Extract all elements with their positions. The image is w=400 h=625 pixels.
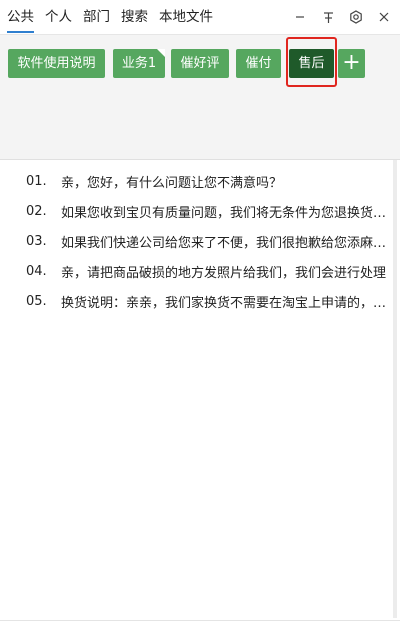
item-number: 03. — [26, 233, 47, 249]
item-text: 亲，您好，有什么问题让您不满意吗？ — [61, 175, 283, 191]
tab-search[interactable]: 搜索 — [117, 0, 152, 34]
group-button-software-guide[interactable]: 软件使用说明 — [8, 49, 105, 78]
tab-public[interactable]: 公共 — [3, 0, 38, 34]
phrase-list: 01. 亲，您好，有什么问题让您不满意吗？ 02. 如果您收到宝贝有质量问题，我… — [0, 166, 400, 316]
category-tabs: 公共 个人 部门 搜索 本地文件 — [0, 0, 217, 34]
item-number: 04. — [26, 263, 47, 279]
pin-button[interactable] — [316, 5, 340, 29]
tab-department[interactable]: 部门 — [79, 0, 114, 34]
add-group-button[interactable]: + — [338, 49, 365, 78]
minimize-icon — [296, 16, 304, 18]
scrollbar[interactable] — [393, 160, 397, 618]
list-item[interactable]: 03. 如果我们快递公司给您来了不便，我们很抱歉给您添麻烦了 — [0, 226, 400, 256]
title-bar: 公共 个人 部门 搜索 本地文件 — [0, 0, 400, 34]
item-text: 换货说明：亲亲，我们家换货不需要在淘宝上申请的，直接寄回即可 — [61, 295, 400, 311]
phrase-group-toolbar: 软件使用说明 业务1 催好评 催付 售后 + — [0, 34, 400, 160]
corner-fold-icon — [157, 49, 165, 57]
settings-icon — [350, 10, 362, 24]
item-number: 02. — [26, 203, 47, 219]
settings-button[interactable] — [344, 5, 368, 29]
minimize-button[interactable] — [288, 5, 312, 29]
item-number: 01. — [26, 173, 47, 189]
window-controls — [288, 0, 400, 34]
close-icon — [379, 12, 389, 22]
group-button-urge-payment[interactable]: 催付 — [236, 49, 281, 78]
item-text: 如果您收到宝贝有质量问题，我们将无条件为您退换货，并承担来回运费 — [61, 205, 400, 221]
item-text: 如果我们快递公司给您来了不便，我们很抱歉给您添麻烦了 — [61, 235, 400, 251]
list-item[interactable]: 04. 亲，请把商品破损的地方发照片给我们，我们会进行处理 — [0, 256, 400, 286]
item-number: 05. — [26, 293, 47, 309]
group-button-business1[interactable]: 业务1 — [113, 49, 165, 78]
close-button[interactable] — [372, 5, 396, 29]
selection-highlight-box — [286, 37, 337, 87]
group-button-label: 业务1 — [121, 56, 157, 71]
list-item[interactable]: 01. 亲，您好，有什么问题让您不满意吗？ — [0, 166, 400, 196]
pin-icon — [323, 11, 333, 23]
tab-local-files[interactable]: 本地文件 — [155, 0, 217, 34]
list-item[interactable]: 02. 如果您收到宝贝有质量问题，我们将无条件为您退换货，并承担来回运费 — [0, 196, 400, 226]
tab-personal[interactable]: 个人 — [41, 0, 76, 34]
bottom-divider — [0, 620, 400, 621]
item-text: 亲，请把商品破损的地方发照片给我们，我们会进行处理 — [61, 265, 387, 281]
list-item[interactable]: 05. 换货说明：亲亲，我们家换货不需要在淘宝上申请的，直接寄回即可 — [0, 286, 400, 316]
group-button-urge-review[interactable]: 催好评 — [171, 49, 229, 78]
